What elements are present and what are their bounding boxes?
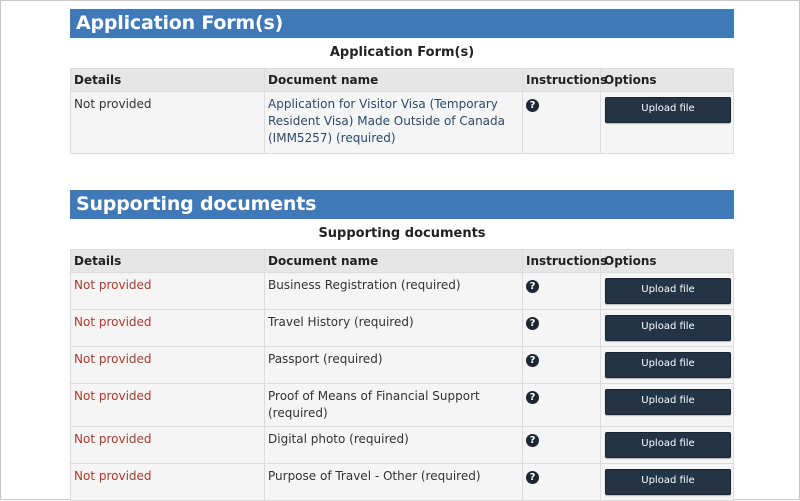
header-details: Details xyxy=(70,68,265,92)
question-circle-icon[interactable]: ? xyxy=(526,317,539,330)
upload-file-button[interactable]: Upload file xyxy=(605,97,731,123)
instructions-cell: ? xyxy=(522,346,601,384)
application-forms-banner: Application Form(s) xyxy=(70,9,734,38)
table-row: Not provided Purpose of Travel - Other (… xyxy=(70,463,734,501)
header-options: Options xyxy=(600,249,734,273)
document-name-cell: Passport (required) xyxy=(264,346,523,384)
table-row: Not provided Travel History (required) ?… xyxy=(70,309,734,347)
question-circle-icon[interactable]: ? xyxy=(526,391,539,404)
header-instructions: Instructions xyxy=(522,68,607,92)
upload-file-button[interactable]: Upload file xyxy=(605,315,731,341)
details-status: Not provided xyxy=(74,315,152,329)
options-cell: Upload file xyxy=(600,426,734,464)
document-name: Passport (required) xyxy=(268,352,383,366)
instructions-cell: ? xyxy=(522,463,601,501)
instructions-cell: ? xyxy=(522,91,601,154)
document-name-cell: Purpose of Travel - Other (required) xyxy=(264,463,523,501)
details-cell: Not provided xyxy=(70,91,265,154)
table-row: Not provided Passport (required) ? Uploa… xyxy=(70,346,734,384)
details-cell: Not provided xyxy=(70,383,265,427)
application-forms-table: Details Document name Instructions Optio… xyxy=(70,68,734,154)
question-circle-icon[interactable]: ? xyxy=(526,471,539,484)
details-status: Not provided xyxy=(74,352,152,366)
application-forms-caption: Application Form(s) xyxy=(329,45,475,60)
options-cell: Upload file xyxy=(600,272,734,310)
details-status: Not provided xyxy=(74,278,152,292)
document-name: Digital photo (required) xyxy=(268,432,409,446)
document-name-cell: Proof of Means of Financial Support (req… xyxy=(264,383,523,427)
options-cell: Upload file xyxy=(600,346,734,384)
document-name-cell: Digital photo (required) xyxy=(264,426,523,464)
options-cell: Upload file xyxy=(600,309,734,347)
instructions-cell: ? xyxy=(522,426,601,464)
question-circle-icon[interactable]: ? xyxy=(526,434,539,447)
instructions-cell: ? xyxy=(522,383,601,427)
upload-file-button[interactable]: Upload file xyxy=(605,389,731,415)
upload-file-button[interactable]: Upload file xyxy=(605,278,731,304)
details-cell: Not provided xyxy=(70,426,265,464)
document-name: Proof of Means of Financial Support (req… xyxy=(268,389,480,420)
header-document-name: Document name xyxy=(264,249,523,273)
question-circle-icon[interactable]: ? xyxy=(526,99,539,112)
header-instructions: Instructions xyxy=(522,249,607,273)
table-header-row: Details Document name Instructions Optio… xyxy=(70,68,734,92)
supporting-documents-caption: Supporting documents xyxy=(318,226,486,241)
upload-file-button[interactable]: Upload file xyxy=(605,432,731,458)
header-options: Options xyxy=(600,68,734,92)
details-cell: Not provided xyxy=(70,272,265,310)
supporting-documents-table: Details Document name Instructions Optio… xyxy=(70,249,734,501)
document-name: Purpose of Travel - Other (required) xyxy=(268,469,481,483)
options-cell: Upload file xyxy=(600,91,734,154)
details-cell: Not provided xyxy=(70,309,265,347)
upload-file-button[interactable]: Upload file xyxy=(605,469,731,495)
details-status: Not provided xyxy=(74,469,152,483)
instructions-cell: ? xyxy=(522,272,601,310)
document-name-cell: Travel History (required) xyxy=(264,309,523,347)
details-status: Not provided xyxy=(74,97,152,111)
document-name-cell: Application for Visitor Visa (Temporary … xyxy=(264,91,523,154)
document-name: Travel History (required) xyxy=(268,315,414,329)
table-row: Not provided Proof of Means of Financial… xyxy=(70,383,734,427)
details-cell: Not provided xyxy=(70,346,265,384)
header-document-name: Document name xyxy=(264,68,523,92)
details-cell: Not provided xyxy=(70,463,265,501)
document-name-cell: Business Registration (required) xyxy=(264,272,523,310)
table-row: Not provided Business Registration (requ… xyxy=(70,272,734,310)
header-details: Details xyxy=(70,249,265,273)
table-row: Not provided Digital photo (required) ? … xyxy=(70,426,734,464)
supporting-documents-banner: Supporting documents xyxy=(70,190,734,219)
details-status: Not provided xyxy=(74,389,152,403)
details-status: Not provided xyxy=(74,432,152,446)
table-header-row: Details Document name Instructions Optio… xyxy=(70,249,734,273)
options-cell: Upload file xyxy=(600,383,734,427)
upload-file-button[interactable]: Upload file xyxy=(605,352,731,378)
instructions-cell: ? xyxy=(522,309,601,347)
question-circle-icon[interactable]: ? xyxy=(526,280,539,293)
question-circle-icon[interactable]: ? xyxy=(526,354,539,367)
document-name: Business Registration (required) xyxy=(268,278,461,292)
table-row: Not provided Application for Visitor Vis… xyxy=(70,91,734,154)
document-name-link[interactable]: Application for Visitor Visa (Temporary … xyxy=(268,97,505,145)
options-cell: Upload file xyxy=(600,463,734,501)
supporting-documents-section: Supporting documents Supporting document… xyxy=(70,190,734,501)
application-forms-section: Application Form(s) Application Form(s) … xyxy=(70,9,734,154)
